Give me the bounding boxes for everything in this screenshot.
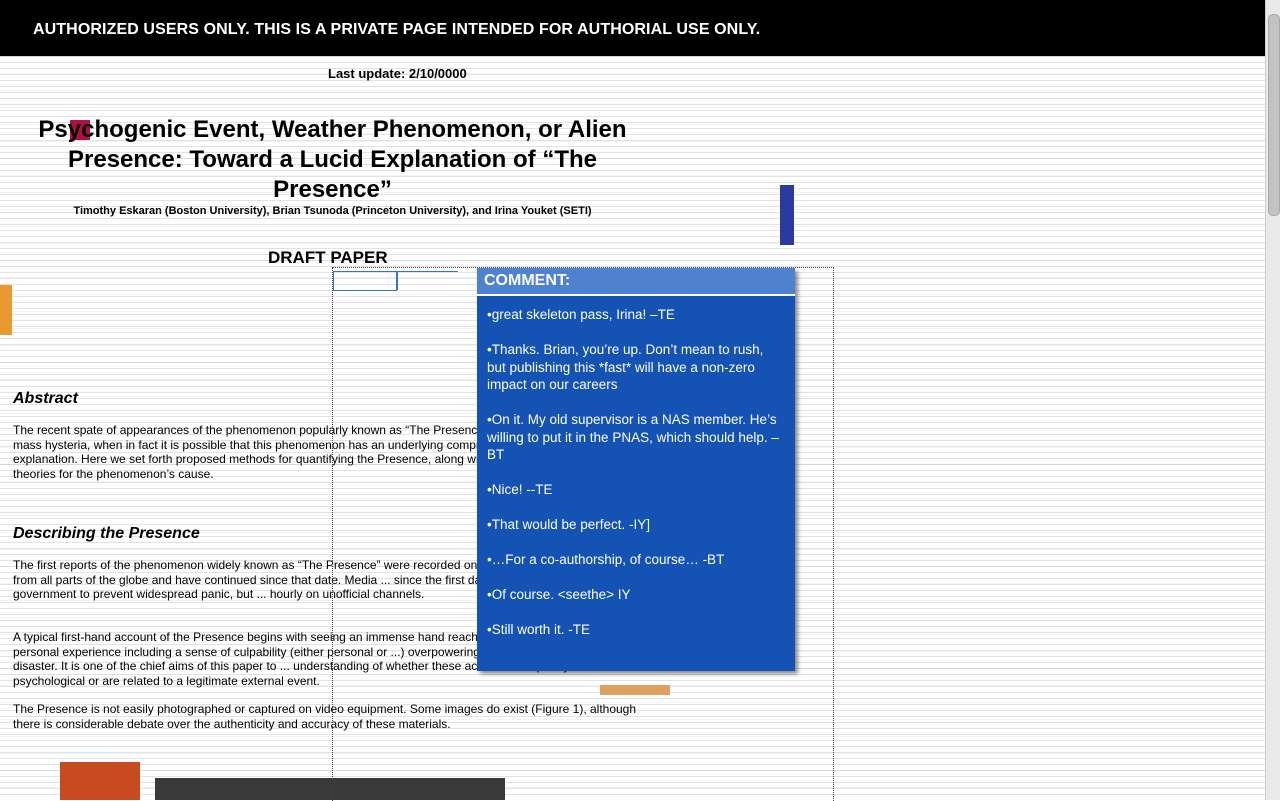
comment-line: •Thanks. Brian, you’re up. Don’t mean to…: [487, 342, 764, 392]
glitch-block: [0, 285, 12, 335]
comment-line: •That would be perfect. -IY]: [487, 517, 651, 532]
scrollbar-thumb[interactable]: [1268, 14, 1280, 216]
draft-label: DRAFT PAPER: [268, 248, 388, 267]
comment-line: •great skeleton pass, Irina! –TE: [487, 307, 675, 322]
comment-line: •Nice! --TE: [487, 482, 553, 497]
authorized-users-banner: AUTHORIZED USERS ONLY. THIS IS A PRIVATE…: [0, 0, 1265, 56]
banner-text: AUTHORIZED USERS ONLY. THIS IS A PRIVATE…: [33, 21, 761, 38]
comment-line: •Of course. <seethe> IY: [487, 587, 631, 602]
figure-placeholder: [333, 271, 397, 291]
abstract-heading: Abstract: [13, 390, 78, 407]
glitch-block: [60, 762, 140, 800]
comment-body: •great skeleton pass, Irina! –TE •Thanks…: [477, 296, 795, 639]
last-update: Last update: 2/10/0000: [328, 66, 467, 81]
figure-placeholder: [397, 271, 458, 290]
glitch-block: [780, 185, 794, 245]
section-heading: Describing the Presence: [13, 525, 200, 542]
paper-title: Psychogenic Event, Weather Phenomenon, o…: [38, 116, 627, 203]
comment-line: •On it. My old supervisor is a NAS membe…: [487, 412, 779, 462]
comment-line: •…For a co-authorship, of course… -BT: [487, 552, 725, 567]
comment-popup[interactable]: COMMENT: •great skeleton pass, Irina! –T…: [477, 268, 795, 671]
comment-header: COMMENT:: [477, 268, 795, 296]
vertical-scrollbar[interactable]: [1265, 0, 1280, 800]
comment-line: •Still worth it. -TE: [487, 622, 590, 637]
paper-authors: Timothy Eskaran (Boston University), Bri…: [73, 205, 592, 217]
